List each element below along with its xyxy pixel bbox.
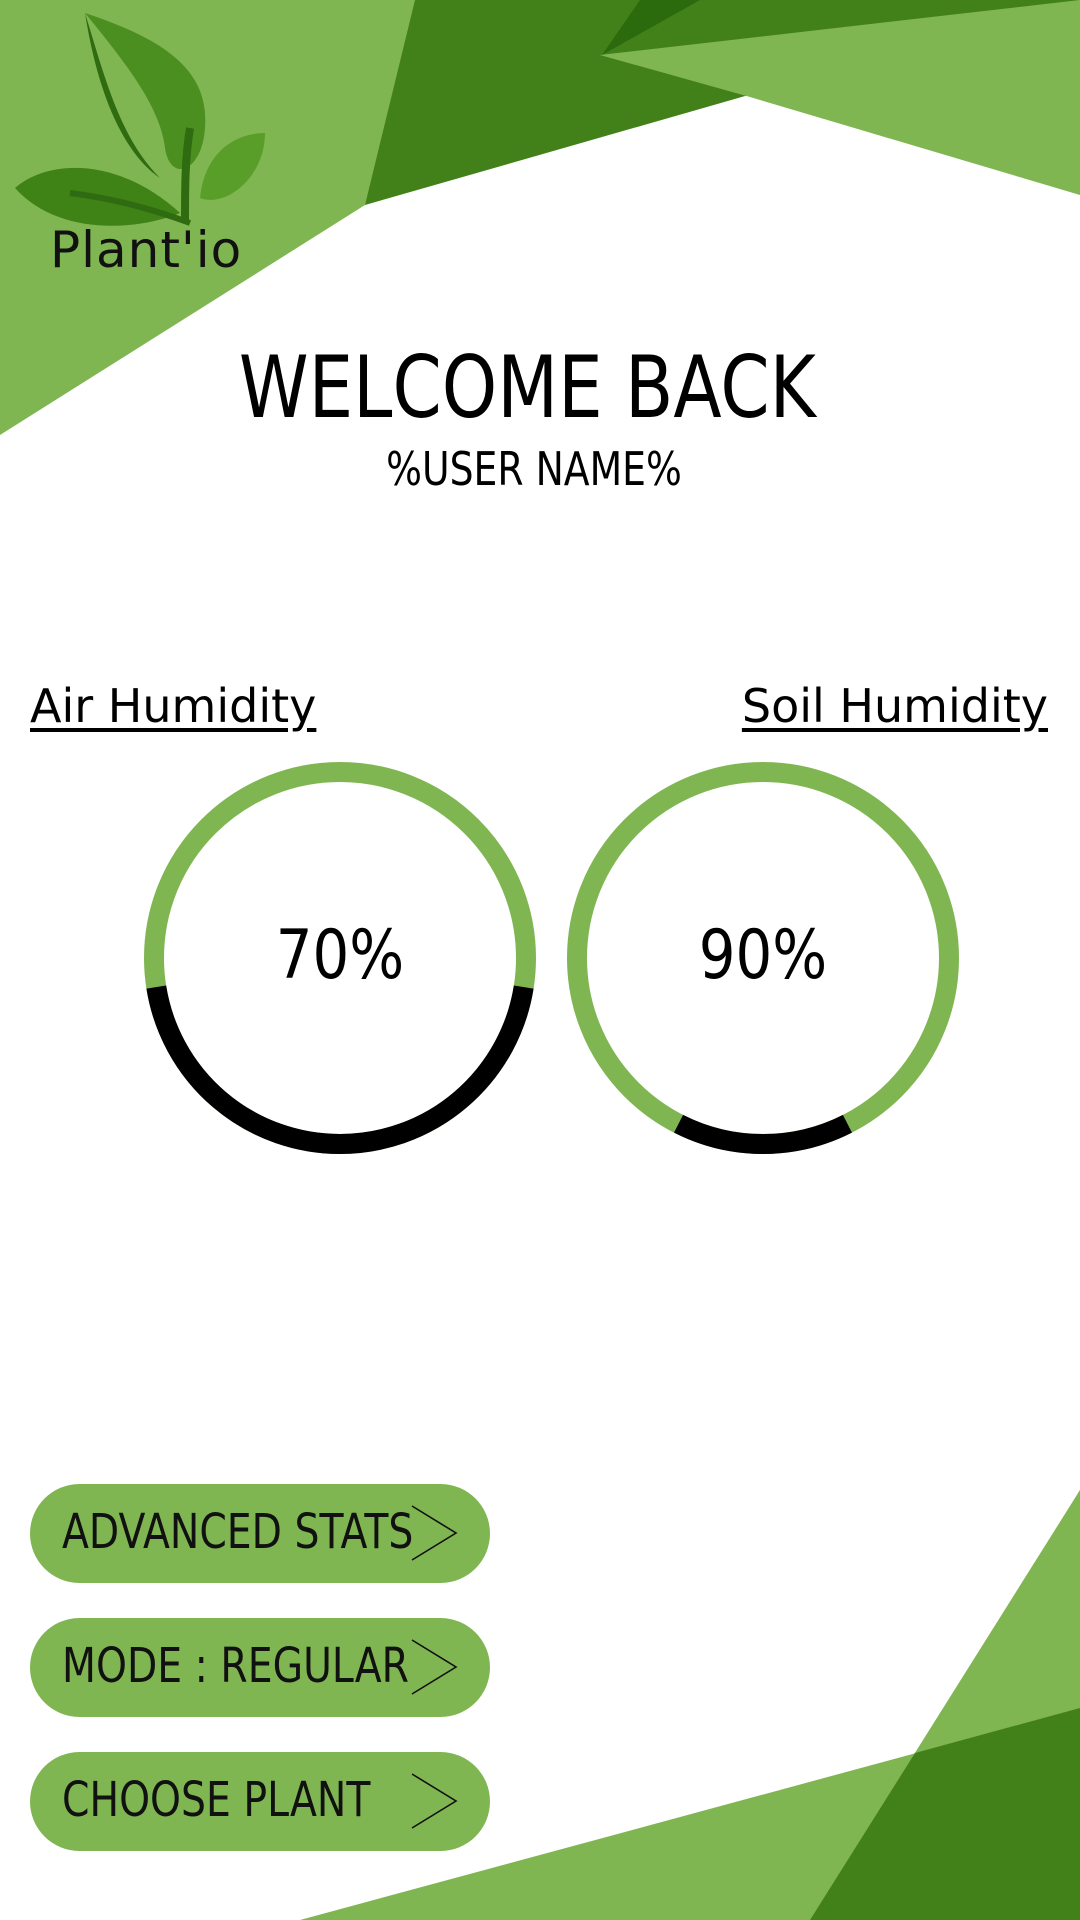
mode-button[interactable]: MODE : REGULAR [30, 1618, 490, 1717]
gauge-fill [674, 1114, 852, 1154]
chevron-right-icon [411, 1639, 458, 1695]
soil-humidity-value: 90% [698, 916, 828, 995]
user-name: %USER NAME% [386, 442, 682, 496]
advanced-stats-label: ADVANCED STATS [62, 1504, 414, 1560]
choose-plant-button[interactable]: CHOOSE PLANT [30, 1752, 490, 1851]
logo-wordmark: Plant'io [50, 221, 243, 279]
gauge-fill [146, 985, 534, 1154]
chevron-right-icon [411, 1773, 458, 1829]
air-humidity-value: 70% [275, 916, 405, 995]
air-humidity-gauge: 70% [144, 762, 536, 1154]
choose-plant-label: CHOOSE PLANT [62, 1772, 371, 1828]
welcome-title: WELCOME BACK [238, 338, 816, 438]
advanced-stats-button[interactable]: ADVANCED STATS [30, 1484, 490, 1583]
soil-humidity-label: Soil Humidity [741, 679, 1048, 733]
air-humidity-label: Air Humidity [30, 679, 317, 733]
soil-humidity-gauge: 90% [567, 762, 959, 1154]
mode-label: MODE : REGULAR [62, 1638, 410, 1694]
chevron-right-icon [411, 1505, 458, 1561]
